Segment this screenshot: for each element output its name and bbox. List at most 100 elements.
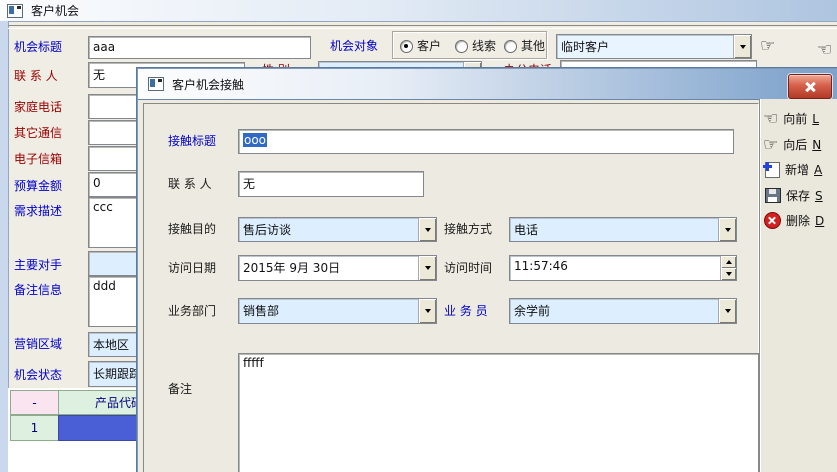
- close-button[interactable]: [788, 74, 832, 99]
- opportunity-object-radio-group: 客户 线索 其他: [392, 31, 547, 59]
- label-contact-person: 联 系 人: [14, 69, 58, 83]
- dropdown-arrow-icon: [725, 309, 731, 313]
- combo-contact-method[interactable]: 电话: [509, 217, 737, 242]
- label-contact-title: 接触标题: [168, 134, 216, 148]
- backward-button[interactable]: ☞ 向后 N: [763, 136, 821, 153]
- forward-button-label: 向前: [783, 110, 807, 127]
- label-contact-purpose: 接触目的: [168, 222, 216, 236]
- label-other-communication: 其它通信: [14, 126, 62, 140]
- dialog-contact-person-value: 无: [239, 172, 423, 192]
- combo-contact-method-dropdown-button[interactable]: [718, 218, 736, 241]
- add-button-hotkey: A: [814, 163, 822, 177]
- hand-left-icon: ☜: [763, 111, 778, 127]
- combo-visit-date[interactable]: 2015年 9月 30日: [238, 255, 437, 281]
- add-button-label: 新增: [785, 161, 809, 178]
- textarea-remark[interactable]: fffff: [238, 353, 759, 472]
- app-screen: 客户机会 机会标题 aaa 机会对象 客户 线索 其他 临时客户 ☞ ☜ 联 系…: [0, 0, 837, 472]
- spinner-visit-time[interactable]: 11:57:46: [509, 255, 737, 281]
- label-opportunity-status: 机会状态: [14, 368, 62, 382]
- save-button[interactable]: 保存 S: [765, 187, 823, 204]
- product-table-header-minus[interactable]: -: [10, 390, 59, 415]
- visit-time-spin-buttons: [720, 256, 736, 280]
- row-number-text: 1: [31, 421, 39, 435]
- product-table-row-number[interactable]: 1: [10, 415, 59, 441]
- spin-down-icon: [726, 272, 732, 276]
- spin-up-icon: [726, 260, 732, 264]
- save-button-label: 保存: [786, 187, 810, 204]
- new-document-icon: [765, 162, 780, 178]
- radio-option-other[interactable]: 其他: [504, 39, 545, 53]
- input-opportunity-title[interactable]: aaa: [88, 36, 311, 59]
- visit-date-value: 2015年 9月 30日: [239, 256, 418, 280]
- radio-option-lead[interactable]: 线索: [455, 39, 496, 53]
- label-marketing-region: 营销区域: [14, 337, 62, 351]
- combo-customer-type-value: 临时客户: [557, 35, 733, 58]
- parent-forward-hand-icon[interactable]: ☜: [817, 42, 832, 58]
- radio-lead-icon[interactable]: [455, 40, 468, 53]
- label-demand-description: 需求描述: [14, 204, 62, 218]
- header-product-code-text: 产品代码: [95, 394, 143, 411]
- selected-text: ooo: [243, 133, 267, 147]
- spin-down-button[interactable]: [721, 268, 736, 280]
- parent-window-title: 客户机会: [31, 2, 79, 19]
- dialog-window-icon: [148, 77, 164, 91]
- combo-salesman-dropdown-button[interactable]: [718, 299, 736, 323]
- contact-purpose-value: 售后访谈: [239, 218, 418, 241]
- combo-business-department[interactable]: 销售部: [238, 298, 437, 324]
- forward-button-hotkey: L: [812, 112, 819, 126]
- dialog-titlebar[interactable]: 客户机会接触: [138, 69, 837, 100]
- header-minus-text: -: [32, 396, 36, 410]
- combo-customer-type-dropdown-button[interactable]: [733, 35, 751, 58]
- combo-visit-date-dropdown-button[interactable]: [418, 256, 436, 280]
- input-contact-title[interactable]: ooo: [238, 129, 734, 154]
- backward-button-label: 向后: [783, 136, 807, 153]
- close-icon: [804, 81, 816, 93]
- dialog-right-toolbar: [759, 99, 837, 472]
- contact-title-value: ooo: [239, 130, 733, 147]
- salesman-value: 余学前: [510, 299, 718, 323]
- remark-value: fffff: [239, 354, 758, 370]
- office-phone-value: [561, 61, 756, 64]
- dropdown-arrow-icon: [425, 228, 431, 232]
- select-customer-hand-icon[interactable]: ☞: [760, 38, 775, 54]
- input-dialog-contact-person[interactable]: 无: [238, 171, 424, 197]
- parent-window-titlebar[interactable]: 客户机会: [0, 0, 837, 22]
- label-budget: 预算金额: [14, 179, 62, 193]
- dropdown-arrow-icon: [425, 309, 431, 313]
- forward-button[interactable]: ☜ 向前 L: [763, 110, 819, 127]
- radio-other-icon[interactable]: [504, 40, 517, 53]
- dropdown-arrow-icon: [725, 228, 731, 232]
- spin-up-button[interactable]: [721, 256, 736, 268]
- combo-salesman[interactable]: 余学前: [509, 298, 737, 324]
- label-opportunity-title: 机会标题: [14, 40, 62, 54]
- radio-lead-label: 线索: [472, 39, 496, 53]
- radio-customer-selected-icon[interactable]: [400, 40, 413, 53]
- combo-contact-purpose-dropdown-button[interactable]: [418, 218, 436, 241]
- delete-button[interactable]: 删除 D: [764, 212, 824, 229]
- delete-button-hotkey: D: [815, 214, 824, 228]
- contact-method-value: 电话: [510, 218, 718, 241]
- dropdown-arrow-icon: [425, 266, 431, 270]
- business-department-value: 销售部: [239, 299, 418, 323]
- add-button[interactable]: 新增 A: [765, 161, 822, 178]
- floppy-disk-icon: [765, 188, 781, 203]
- combo-contact-purpose[interactable]: 售后访谈: [238, 217, 437, 242]
- backward-button-hotkey: N: [812, 138, 821, 152]
- label-dialog-contact-person: 联 系 人: [168, 177, 212, 191]
- parent-window-icon: [7, 4, 23, 18]
- parent-client-top-border: [8, 25, 837, 29]
- combo-business-department-dropdown-button[interactable]: [418, 299, 436, 323]
- label-opportunity-object: 机会对象: [330, 39, 378, 53]
- radio-option-customer[interactable]: 客户: [400, 39, 441, 53]
- combo-customer-type[interactable]: 临时客户: [556, 34, 752, 59]
- label-business-department: 业务部门: [168, 304, 216, 318]
- radio-other-label: 其他: [521, 39, 545, 53]
- label-home-phone: 家庭电话: [14, 100, 62, 114]
- delete-cross-icon: [764, 212, 781, 229]
- hand-right-icon: ☞: [763, 137, 778, 153]
- label-salesman: 业 务 员: [444, 304, 488, 318]
- label-email: 电子信箱: [14, 152, 62, 166]
- delete-button-label: 删除: [786, 212, 810, 229]
- label-contact-method: 接触方式: [444, 222, 492, 236]
- dialog-title: 客户机会接触: [172, 76, 244, 93]
